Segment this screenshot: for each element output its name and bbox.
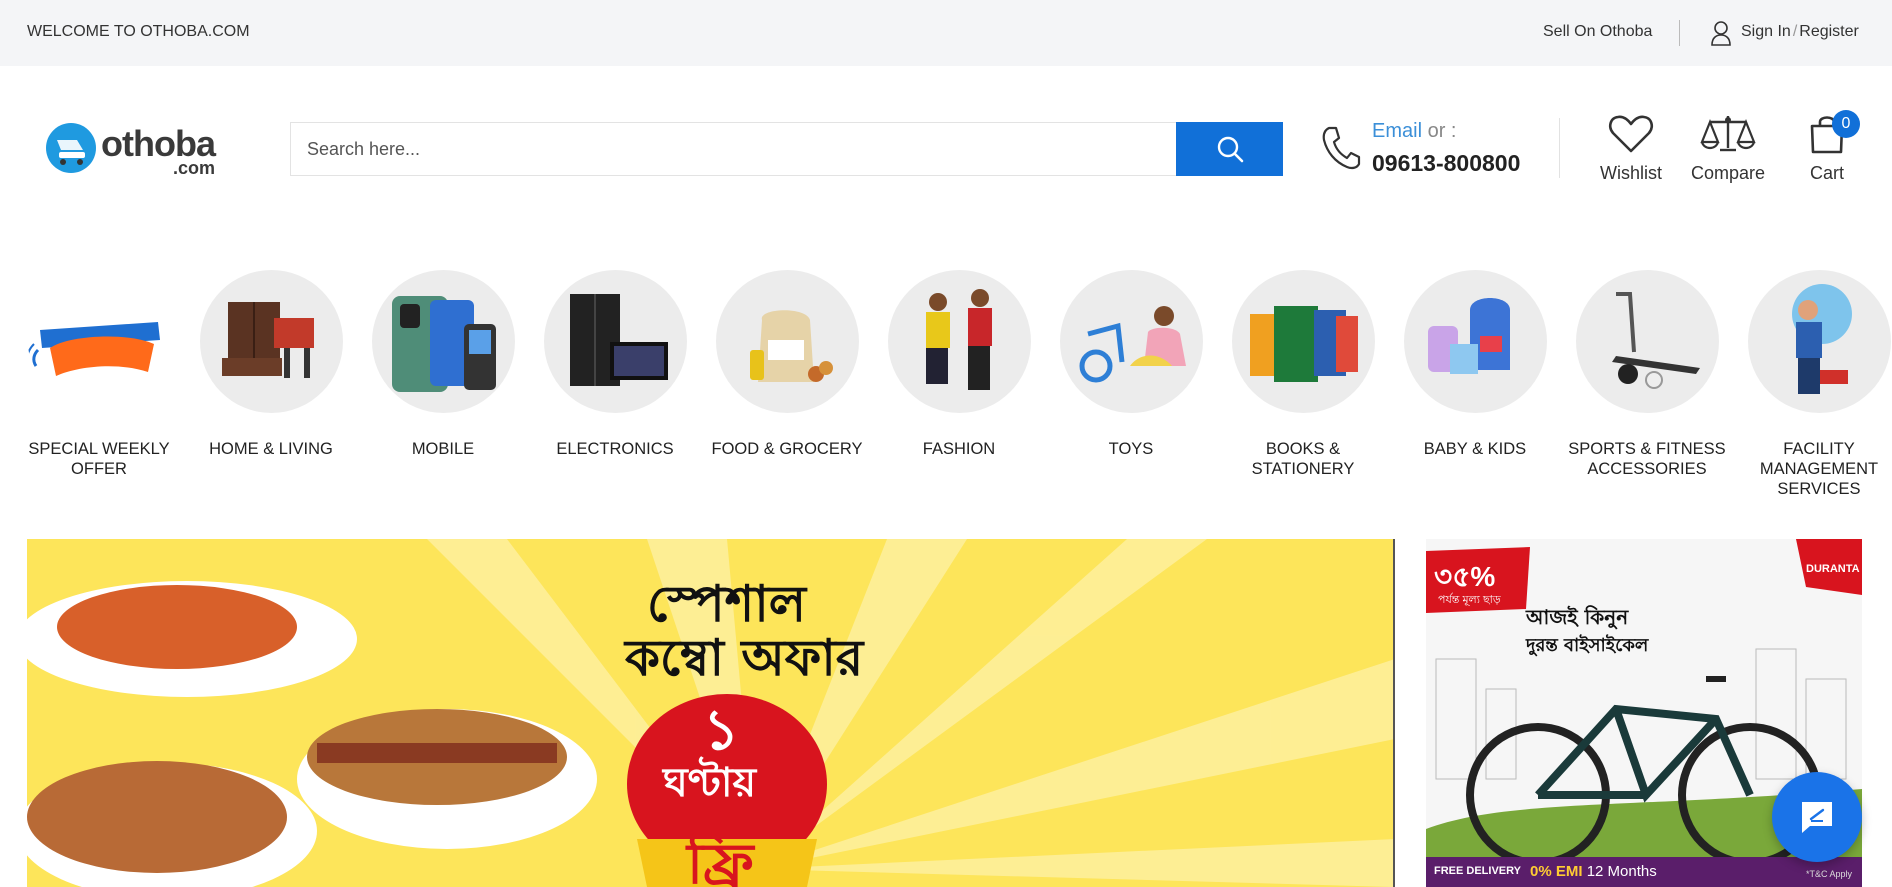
othoba-logo[interactable]: othoba .com	[45, 118, 235, 178]
electronics-image	[543, 270, 687, 413]
special-offer-graphic	[27, 322, 160, 376]
search-bar	[290, 122, 1283, 176]
grocery-illustration	[749, 310, 833, 382]
user-icon[interactable]	[1710, 20, 1732, 46]
category-label: FOOD & GROCERY	[711, 440, 863, 458]
discount-subtext: পর্যন্ত মূল্য ছাড়	[1438, 594, 1501, 606]
special-offer-image	[27, 270, 171, 413]
category-home-living[interactable]: HOME & LIVING	[185, 270, 357, 459]
category-food-grocery[interactable]: FOOD & GROCERY	[701, 270, 873, 459]
category-label: BOOKS & STATIONERY	[1251, 440, 1355, 478]
email-link[interactable]: Email	[1372, 120, 1422, 142]
search-input[interactable]	[291, 123, 1175, 175]
toys-image	[1059, 270, 1203, 413]
chat-button[interactable]	[1772, 772, 1862, 862]
contact-email-line: Email or :	[1372, 120, 1456, 143]
divider	[1679, 20, 1680, 46]
mobile-image	[371, 270, 515, 413]
category-label: FACILITY MANAGEMENT SERVICES	[1759, 440, 1879, 498]
wishlist-button[interactable]: Wishlist	[1596, 114, 1666, 184]
heart-icon	[1608, 115, 1654, 153]
sports-fitness-image	[1575, 270, 1719, 413]
logo-domain: .com	[173, 158, 216, 178]
side-headline-2: দুরন্ত বাইসাইকেল	[1526, 635, 1649, 656]
baby-kids-image	[1403, 270, 1547, 413]
search-icon	[1217, 136, 1243, 163]
category-special-weekly-offer[interactable]: SPECIAL WEEKLY OFFER	[13, 270, 185, 479]
category-label: MOBILE	[411, 440, 475, 458]
auth-separator: /	[1792, 23, 1798, 40]
cart-count-badge: 0	[1832, 110, 1860, 138]
books-stationery-image	[1231, 270, 1375, 413]
divider	[1559, 118, 1560, 178]
sign-in-link[interactable]: Sign In	[1741, 23, 1791, 40]
phone-number[interactable]: 09613-800800	[1372, 150, 1520, 177]
wishlist-label: Wishlist	[1600, 163, 1662, 183]
phones-illustration	[391, 296, 496, 392]
category-sports-fitness[interactable]: SPORTS & FITNESS ACCESSORIES	[1561, 270, 1733, 479]
technician-illustration	[1791, 284, 1852, 394]
chat-icon	[1802, 802, 1832, 833]
emi-months: 12 Months	[1586, 863, 1657, 880]
toys-illustration	[1079, 306, 1186, 383]
category-books-stationery[interactable]: BOOKS & STATIONERY	[1217, 270, 1389, 479]
fashion-image	[887, 270, 1031, 413]
category-label: ELECTRONICS	[556, 440, 674, 458]
category-label: SPECIAL WEEKLY OFFER	[28, 440, 170, 478]
welcome-text: WELCOME TO OTHOBA.COM	[27, 23, 250, 40]
food-grocery-image	[715, 270, 859, 413]
scale-icon	[1700, 116, 1756, 152]
compare-label: Compare	[1690, 163, 1766, 183]
emi-text: 0% EMI 12 Months	[1530, 863, 1657, 880]
sell-on-othoba-link[interactable]: Sell On Othoba	[1543, 23, 1652, 41]
facility-management-image	[1747, 270, 1891, 413]
logo-mark-icon	[46, 123, 96, 173]
baby-products-illustration	[1427, 298, 1510, 374]
brand-text: DURANTA	[1806, 563, 1860, 575]
category-facility-management[interactable]: FACILITY MANAGEMENT SERVICES	[1733, 270, 1892, 499]
compare-button[interactable]: Compare	[1690, 114, 1766, 184]
fashion-models-illustration	[925, 289, 992, 390]
auth-links: Sign In / Register	[1741, 23, 1859, 41]
banner-badge-text: ঘণ্টায়	[663, 760, 757, 806]
category-mobile[interactable]: MOBILE	[357, 270, 529, 459]
search-button[interactable]	[1176, 122, 1283, 176]
category-toys[interactable]: TOYS	[1045, 270, 1217, 459]
books-illustration	[1249, 306, 1358, 382]
category-baby-kids[interactable]: BABY & KIDS	[1389, 270, 1561, 459]
category-label: FASHION	[922, 440, 996, 458]
category-label: SPORTS & FITNESS ACCESSORIES	[1568, 440, 1726, 478]
or-label: or :	[1427, 120, 1457, 142]
free-delivery-text: FREE DELIVERY	[1434, 865, 1521, 877]
cart-label: Cart	[1809, 163, 1844, 183]
hero-banner-combo-offer[interactable]: স্পেশাল কম্বো অফার ১ ঘণ্টায় ফ্রি	[27, 539, 1395, 887]
register-link[interactable]: Register	[1799, 23, 1859, 40]
category-fashion[interactable]: FASHION	[873, 270, 1045, 459]
category-label: TOYS	[1108, 440, 1154, 458]
category-label: BABY & KIDS	[1423, 440, 1527, 458]
furniture-illustration	[221, 302, 314, 378]
top-bar: WELCOME TO OTHOBA.COM Sell On Othoba Sig…	[0, 0, 1892, 66]
home-living-image	[199, 270, 343, 413]
category-electronics[interactable]: ELECTRONICS	[529, 270, 701, 459]
tc-text: *T&C Apply	[1806, 869, 1853, 879]
category-label: HOME & LIVING	[209, 440, 333, 458]
emi-value: 0% EMI	[1530, 863, 1583, 880]
banner-ribbon-text: ফ্রি	[687, 832, 754, 887]
banner-headline-2: কম্বো অফার	[625, 629, 864, 687]
phone-icon	[1322, 126, 1361, 170]
electronics-illustration	[569, 294, 668, 386]
treadmill-illustration	[1611, 292, 1700, 389]
